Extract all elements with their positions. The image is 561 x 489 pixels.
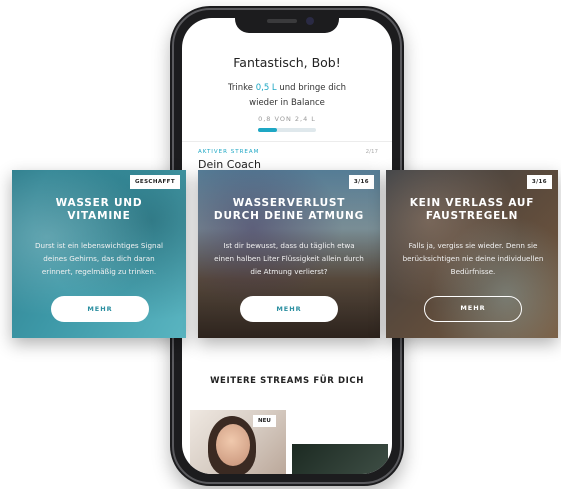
hydration-progress-bar: [258, 128, 316, 132]
card-progress-badge: 3/16: [348, 175, 374, 189]
card-status-badge: GESCHAFFT: [130, 175, 180, 189]
new-badge: NEU: [253, 415, 276, 427]
stream-thumbnail-dark[interactable]: [292, 444, 388, 474]
more-button[interactable]: MEHR: [424, 296, 522, 322]
more-streams-title: WEITERE STREAMS FÜR DICH: [210, 376, 364, 386]
hydration-amount: 0,5 L: [255, 83, 277, 93]
greeting-title: Fantastisch, Bob!: [233, 55, 341, 70]
more-button[interactable]: MEHR: [51, 296, 149, 322]
card-title-line2: DURCH DEINE ATMUNG: [213, 210, 365, 222]
card-body: Durst ist ein lebenswichtiges Signal dei…: [35, 241, 163, 276]
hydration-message: Trinke 0,5 L und bringe dich wieder in B…: [182, 81, 392, 111]
card-progress-badge: 3/16: [526, 175, 552, 189]
progress-label: 0,8 VON 2,4 L: [258, 115, 316, 123]
card-title-line2: VITAMINE: [67, 210, 131, 222]
card-body: Ist dir bewusst, dass du täglich etwa ei…: [214, 241, 364, 276]
more-button[interactable]: MEHR: [240, 296, 338, 322]
card-title-line1: KEIN VERLASS AUF: [409, 197, 535, 209]
hydration-progress-fill: [258, 128, 278, 132]
card-body: Falls ja, vergiss sie wieder. Denn sie b…: [402, 241, 544, 276]
divider: [182, 141, 392, 142]
hydration-text-line2: wieder in Balance: [249, 98, 325, 108]
phone-notch: [235, 14, 339, 33]
active-stream-label: AKTIVER STREAM: [198, 149, 260, 155]
card-title: WASSER UND VITAMINE: [12, 197, 186, 223]
stream-card-breathing-water-loss[interactable]: 3/16 WASSERVERLUST DURCH DEINE ATMUNG Is…: [198, 170, 380, 338]
phone-speaker: [267, 19, 297, 23]
stream-card-rules-of-thumb[interactable]: 3/16 KEIN VERLASS AUF FAUSTREGELN Falls …: [386, 170, 558, 338]
stream-card-water-vitamins[interactable]: GESCHAFFT WASSER UND VITAMINE Durst ist …: [12, 170, 186, 338]
hydration-text-post: und bringe dich: [276, 83, 347, 93]
card-title-line2: FAUSTREGELN: [425, 210, 519, 222]
card-title-line1: WASSER UND: [55, 197, 143, 209]
card-title: KEIN VERLASS AUF FAUSTREGELN: [386, 197, 558, 223]
phone-camera: [306, 17, 314, 25]
card-title-line1: WASSERVERLUST: [232, 197, 346, 209]
thumbnail-face: [216, 424, 250, 466]
hydration-text-pre: Trinke: [227, 83, 256, 93]
card-title: WASSERVERLUST DURCH DEINE ATMUNG: [198, 197, 380, 223]
stream-count: 2/17: [365, 149, 378, 155]
